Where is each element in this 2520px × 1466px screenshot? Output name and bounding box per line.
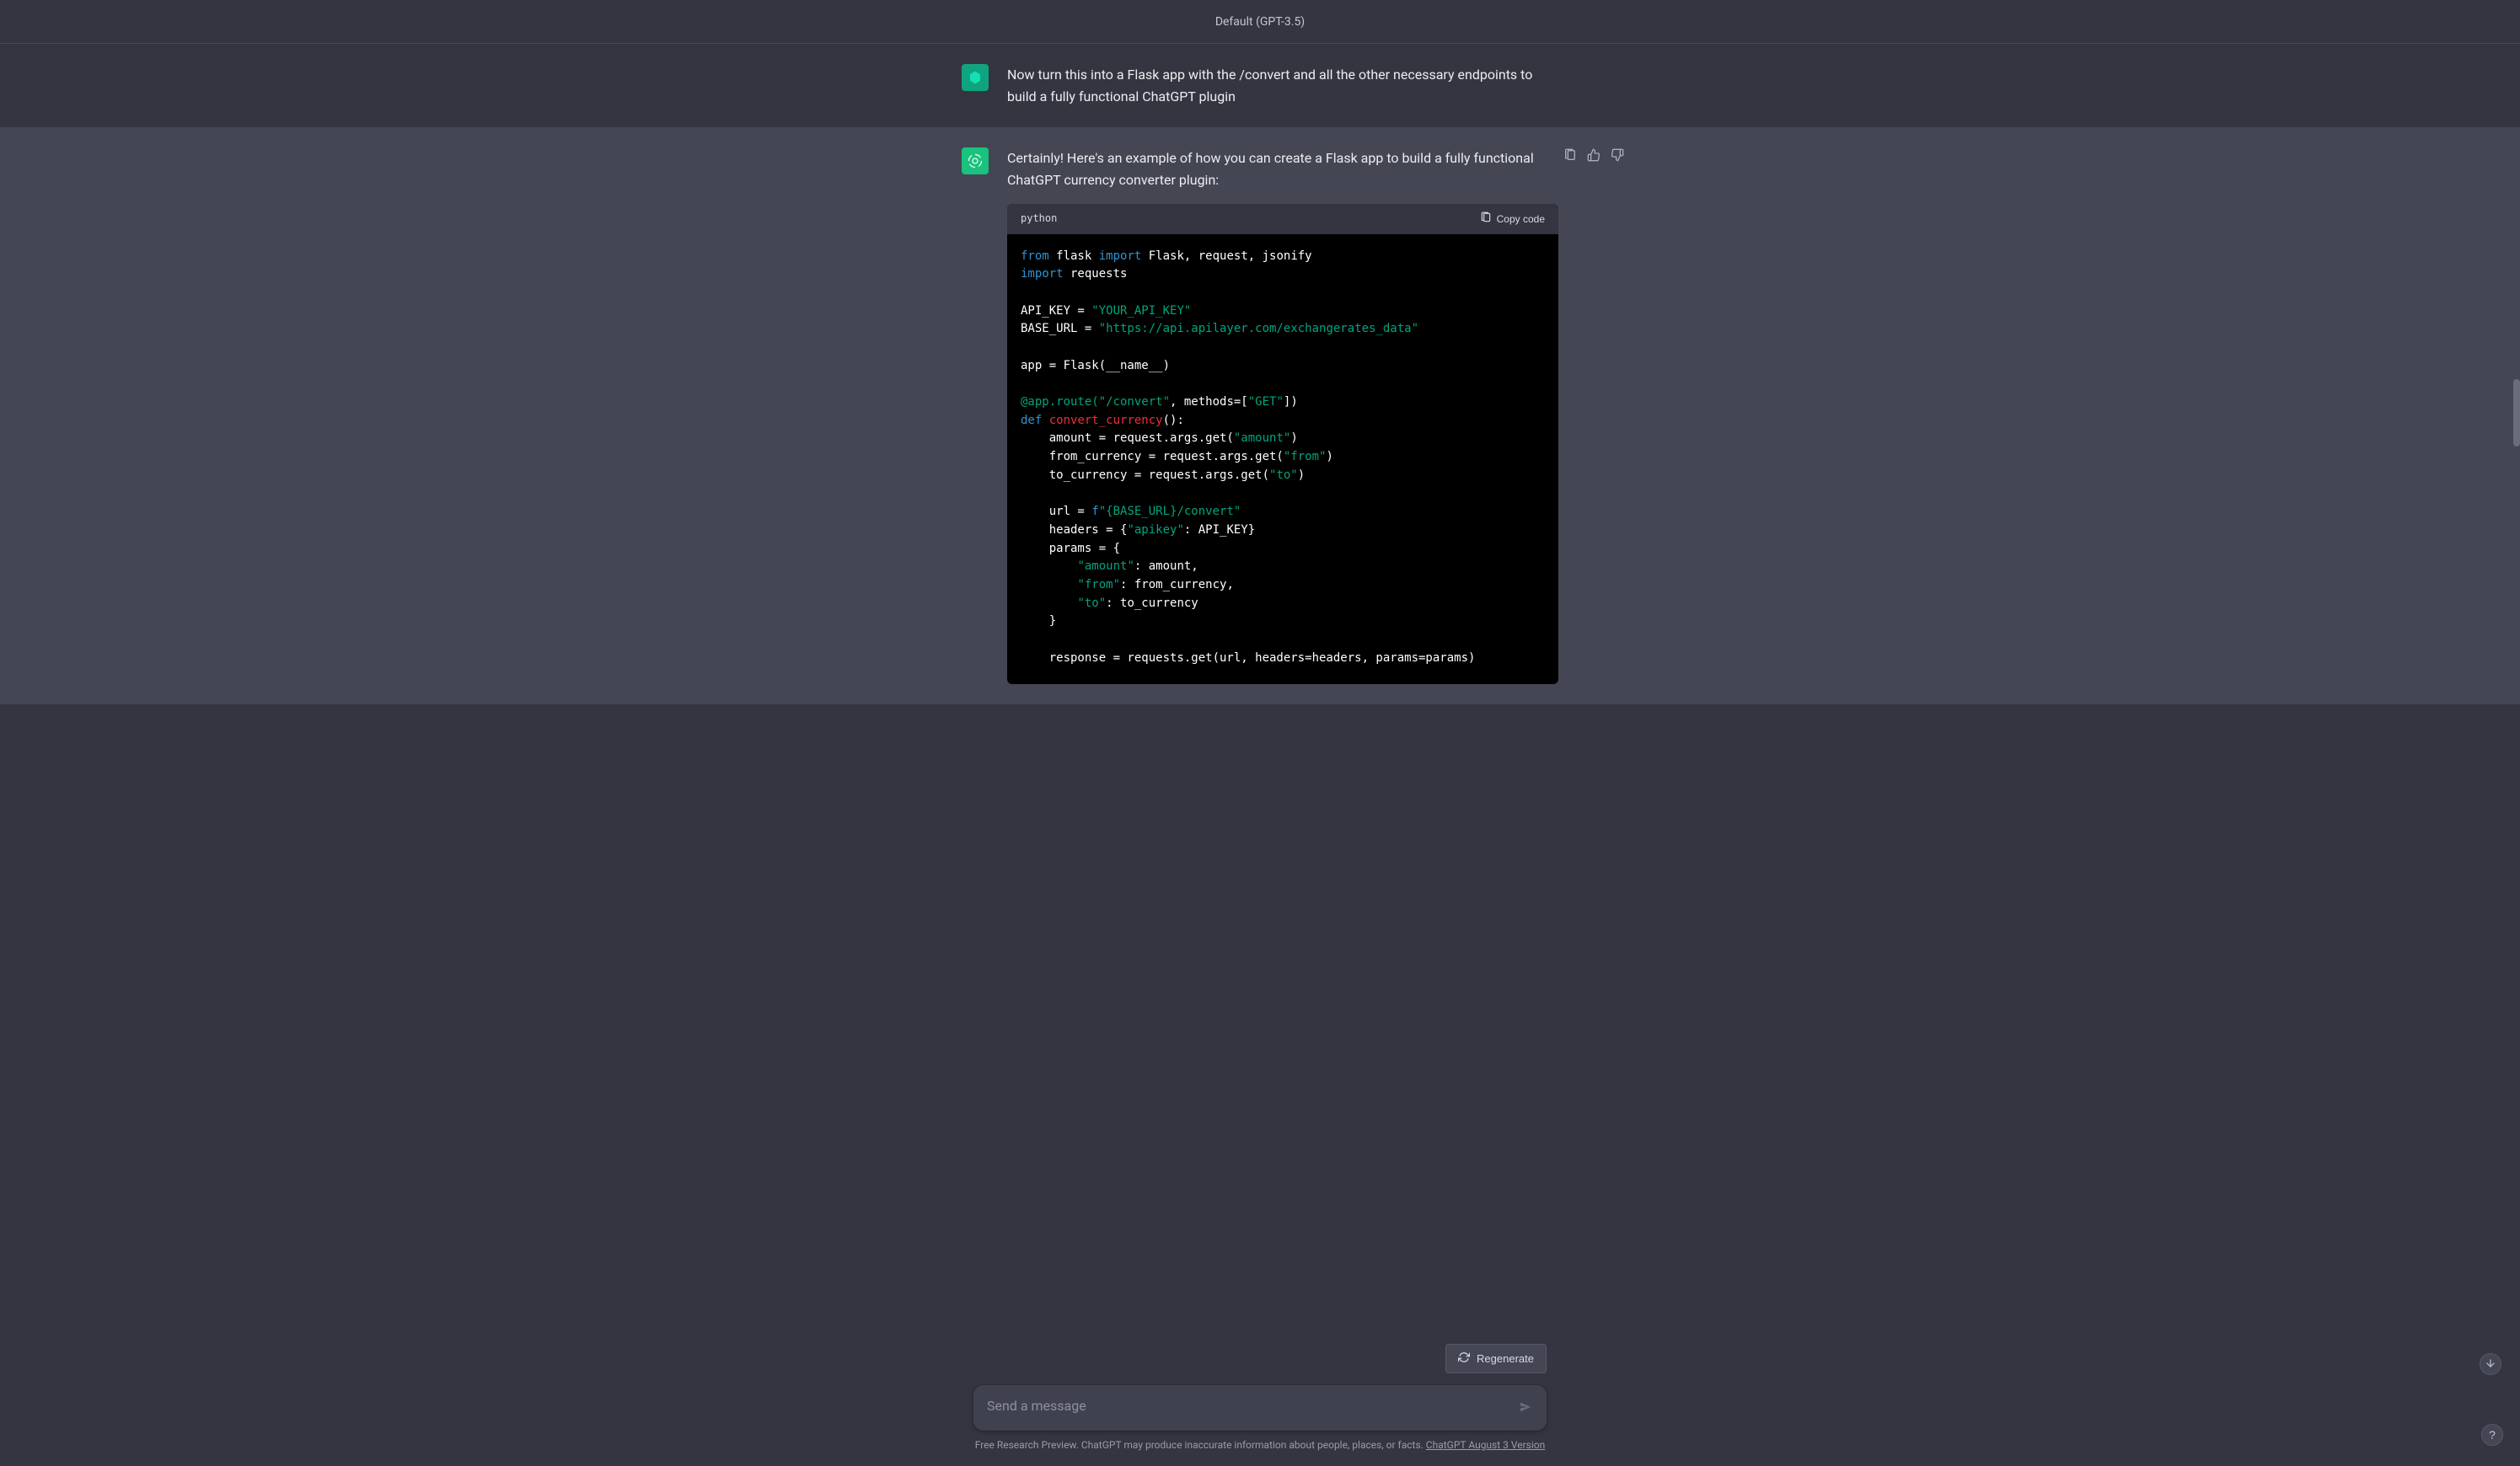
footer: Regenerate Free Research Preview. ChatGP…: [0, 1334, 2520, 1466]
thumbs-up-button[interactable]: [1585, 147, 1602, 164]
code-language-label: python: [1021, 211, 1057, 227]
code-token: : API_KEY}: [1184, 523, 1255, 537]
code-token: params = {: [1021, 542, 1120, 555]
code-token: flask: [1049, 249, 1099, 263]
code-token: BASE_URL =: [1021, 322, 1099, 335]
copy-code-button[interactable]: Copy code: [1480, 211, 1545, 226]
arrow-down-icon: [2485, 1357, 2496, 1372]
version-link[interactable]: ChatGPT August 3 Version: [1426, 1439, 1545, 1451]
user-message-text: Now turn this into a Flask app with the …: [1007, 64, 1558, 107]
code-token: ): [1298, 468, 1305, 482]
refresh-icon: [1458, 1351, 1470, 1366]
user-avatar: [962, 64, 989, 91]
code-token: "amount": [1234, 431, 1290, 445]
code-token: "apikey": [1127, 523, 1183, 537]
code-token: to_currency = request.args.get(: [1021, 468, 1269, 482]
code-token: headers = {: [1021, 523, 1127, 537]
regenerate-label: Regenerate: [1477, 1352, 1534, 1365]
help-icon: ?: [2489, 1428, 2496, 1442]
code-token: "{BASE_URL}/convert": [1099, 505, 1241, 518]
code-header: python Copy code: [1007, 204, 1558, 233]
code-token: requests: [1064, 267, 1128, 281]
code-token: f: [1091, 505, 1098, 518]
scroll-to-bottom-button[interactable]: [2480, 1353, 2501, 1375]
code-token: "https://api.apilayer.com/exchangerates_…: [1099, 322, 1418, 335]
share-button[interactable]: [2483, 12, 2503, 32]
code-token: import: [1099, 249, 1142, 263]
message-actions: [1562, 147, 1626, 164]
message-row-user: Now turn this into a Flask app with the …: [0, 44, 2520, 127]
topbar: Default (GPT-3.5): [0, 0, 2520, 44]
code-token: url =: [1021, 505, 1091, 518]
scrollbar-thumb[interactable]: [2513, 379, 2520, 447]
code-token: Flask, request, jsonify: [1141, 249, 1311, 263]
code-token: import: [1021, 267, 1064, 281]
code-token: : from_currency,: [1120, 578, 1234, 591]
code-token: ): [1326, 450, 1332, 463]
clipboard-icon: [1563, 148, 1577, 164]
disclaimer-text: Free Research Preview. ChatGPT may produ…: [975, 1439, 1426, 1451]
code-token: ():: [1163, 414, 1184, 427]
code-token: "to": [1269, 468, 1298, 482]
model-title: Default (GPT-3.5): [1215, 15, 1305, 29]
code-block: python Copy code from flask import Flask…: [1007, 204, 1558, 684]
code-token: response = requests.get(url, headers=hea…: [1021, 651, 1475, 665]
code-token: "GET": [1248, 395, 1284, 409]
message-row-assistant: Certainly! Here's an example of how you …: [0, 127, 2520, 704]
thumbs-up-icon: [1587, 148, 1600, 164]
assistant-avatar: [962, 147, 989, 174]
code-token: ): [1290, 431, 1297, 445]
copy-message-button[interactable]: [1562, 147, 1579, 164]
code-token: API_KEY =: [1021, 304, 1091, 318]
assistant-intro-text: Certainly! Here's an example of how you …: [1007, 147, 1558, 190]
thumbs-down-icon: [1611, 148, 1624, 164]
code-body[interactable]: from flask import Flask, request, jsonif…: [1007, 234, 1558, 685]
code-token: , methods=[: [1170, 395, 1248, 409]
code-token: "YOUR_API_KEY": [1091, 304, 1191, 318]
message-input-container: [973, 1385, 1547, 1431]
code-token: from: [1021, 249, 1049, 263]
code-token: amount = request.args.get(: [1021, 431, 1234, 445]
assistant-avatar-icon: [968, 153, 983, 169]
code-token: "from": [1284, 450, 1327, 463]
code-token: : to_currency: [1106, 597, 1198, 610]
code-token: app = Flask(__name__): [1021, 359, 1170, 372]
thumbs-down-button[interactable]: [1609, 147, 1626, 164]
user-avatar-icon: [968, 70, 983, 85]
message-input[interactable]: [987, 1398, 1513, 1418]
code-token: "amount": [1077, 559, 1134, 573]
code-token: def: [1021, 414, 1042, 427]
help-button[interactable]: ?: [2481, 1424, 2503, 1446]
app-root: Default (GPT-3.5) Now turn this into a F…: [0, 0, 2520, 1466]
regenerate-button[interactable]: Regenerate: [1445, 1344, 1547, 1373]
conversation-scroll[interactable]: Now turn this into a Flask app with the …: [0, 44, 2520, 1334]
code-token: @app.route(: [1021, 395, 1099, 409]
code-token: ]): [1284, 395, 1298, 409]
code-token: from_currency = request.args.get(: [1021, 450, 1284, 463]
clipboard-icon: [1480, 211, 1492, 226]
copy-code-label: Copy code: [1497, 213, 1545, 225]
code-token: "/convert": [1099, 395, 1170, 409]
send-icon: [1519, 1400, 1532, 1416]
code-token: "to": [1077, 597, 1106, 610]
disclaimer: Free Research Preview. ChatGPT may produ…: [975, 1439, 1546, 1451]
send-button[interactable]: [1513, 1395, 1538, 1421]
code-token: }: [1021, 614, 1056, 628]
code-token: "from": [1077, 578, 1120, 591]
code-token: : amount,: [1134, 559, 1198, 573]
code-token: convert_currency: [1042, 414, 1162, 427]
